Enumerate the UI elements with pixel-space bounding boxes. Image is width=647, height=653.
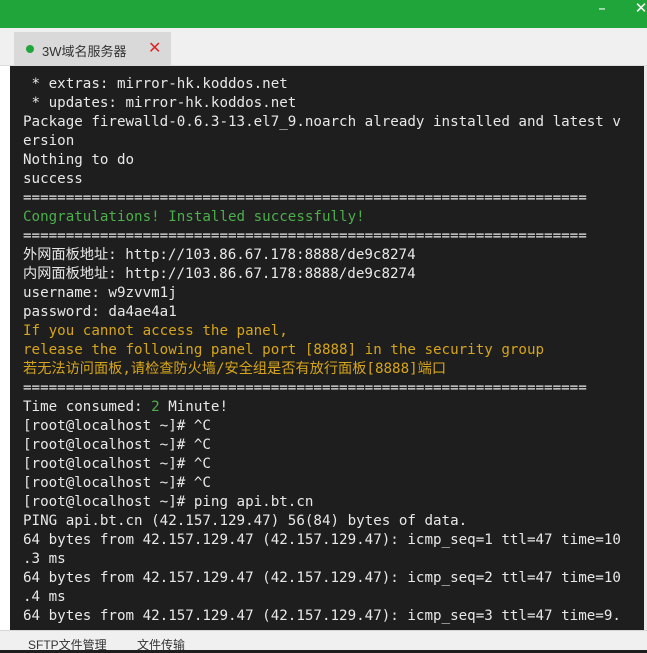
terminal-line-suffix: Minute!	[159, 399, 229, 415]
terminal-line: username: w9zvvm1j	[23, 284, 643, 303]
terminal-line: 内网面板地址: http://103.86.67.178:8888/de9c82…	[23, 265, 643, 284]
close-tab-icon[interactable]: ✕	[148, 38, 161, 57]
terminal-line-text: .3 ms	[23, 551, 66, 567]
terminal-line: .4 ms	[23, 588, 643, 607]
terminal-line-text: 64 bytes from 42.157.129.47 (42.157.129.…	[23, 570, 621, 586]
terminal-line-text: ersion	[23, 133, 75, 149]
terminal-line-text: .4 ms	[23, 589, 66, 605]
terminal-line-text: 若无法访问面板,请检查防火墙/安全组是否有放行面板[8888]端口	[23, 361, 447, 377]
terminal-line-text: 内网面板地址: http://103.86.67.178:8888/de9c82…	[23, 266, 416, 282]
terminal-line: Nothing to do	[23, 151, 643, 170]
terminal-line-text: 64 bytes from 42.157.129.47 (42.157.129.…	[23, 608, 621, 624]
terminal-line-text: 外网面板地址: http://103.86.67.178:8888/de9c82…	[23, 247, 416, 263]
terminal-line: If you cannot access the panel,	[23, 322, 643, 341]
connection-status-icon	[26, 45, 34, 53]
terminal-line: password: da4ae4a1	[23, 303, 643, 322]
terminal-line-value: 2	[151, 399, 160, 415]
terminal-line-text: ========================================…	[23, 228, 587, 244]
terminal-line: ersion	[23, 132, 643, 151]
terminal-line-text: [root@localhost ~]# ^C	[23, 475, 211, 491]
terminal-line-text: * updates: mirror-hk.koddos.net	[23, 95, 297, 111]
terminal-line: Time consumed: 2 Minute!	[23, 398, 643, 417]
terminal-line-text: username: w9zvvm1j	[23, 285, 177, 301]
terminal-line-text: [root@localhost ~]# ping api.bt.cn	[23, 494, 314, 510]
terminal-line-text: Congratulations! Installed successfully!	[23, 209, 365, 225]
close-window-icon[interactable]: ✕	[631, 0, 647, 18]
terminal-line-text: success	[23, 171, 83, 187]
terminal-line: success	[23, 170, 643, 189]
terminal-line-text: If you cannot access the panel,	[23, 323, 288, 339]
terminal-line: Congratulations! Installed successfully!	[23, 208, 643, 227]
terminal-line: [root@localhost ~]# ^C	[23, 455, 643, 474]
session-tab-bar: 3W域名服务器 ✕	[0, 28, 647, 66]
terminal-line: [root@localhost ~]# ^C	[23, 436, 643, 455]
terminal-line: PING api.bt.cn (42.157.129.47) 56(84) by…	[23, 512, 643, 531]
terminal-line-text: PING api.bt.cn (42.157.129.47) 56(84) by…	[23, 513, 468, 529]
terminal-line: 外网面板地址: http://103.86.67.178:8888/de9c82…	[23, 246, 643, 265]
terminal-line-text: 64 bytes from 42.157.129.47 (42.157.129.…	[23, 532, 621, 548]
terminal-line: ========================================…	[23, 227, 643, 246]
terminal-line: 64 bytes from 42.157.129.47 (42.157.129.…	[23, 607, 643, 626]
terminal-line: ========================================…	[23, 379, 643, 398]
terminal-lines: * extras: mirror-hk.koddos.net * updates…	[23, 75, 643, 626]
terminal-line-text: * extras: mirror-hk.koddos.net	[23, 76, 288, 92]
bottom-tool-tabs: SFTP文件管理 文件传输	[0, 630, 647, 653]
terminal-line: ========================================…	[23, 189, 643, 208]
terminal-line-text: [root@localhost ~]# ^C	[23, 418, 211, 434]
terminal-line: 若无法访问面板,请检查防火墙/安全组是否有放行面板[8888]端口	[23, 360, 643, 379]
session-tab-label: 3W域名服务器	[42, 44, 127, 59]
terminal-line: [root@localhost ~]# ^C	[23, 417, 643, 436]
terminal-line-text: ========================================…	[23, 190, 587, 206]
terminal-line-text: release the following panel port [8888] …	[23, 342, 545, 358]
terminal-line-text: [root@localhost ~]# ^C	[23, 437, 211, 453]
terminal-line-text: password: da4ae4a1	[23, 304, 177, 320]
terminal-line: 64 bytes from 42.157.129.47 (42.157.129.…	[23, 531, 643, 550]
terminal-line: .3 ms	[23, 550, 643, 569]
sftp-file-manager-tab[interactable]: SFTP文件管理	[28, 636, 107, 653]
terminal-output[interactable]: * extras: mirror-hk.koddos.net * updates…	[0, 66, 647, 630]
terminal-line: * updates: mirror-hk.koddos.net	[23, 94, 643, 113]
terminal-line: [root@localhost ~]# ping api.bt.cn	[23, 493, 643, 512]
terminal-line: release the following panel port [8888] …	[23, 341, 643, 360]
terminal-line: * extras: mirror-hk.koddos.net	[23, 75, 643, 94]
terminal-line-text: Package firewalld-0.6.3-13.el7_9.noarch …	[23, 114, 621, 130]
terminal-line-text: [root@localhost ~]# ^C	[23, 456, 211, 472]
minimize-icon[interactable]: –	[592, 0, 612, 18]
terminal-line-text: Time consumed:	[23, 399, 152, 415]
window-titlebar: – ✕	[0, 0, 647, 28]
terminal-line-text: ========================================…	[23, 380, 587, 396]
session-tab[interactable]: 3W域名服务器 ✕	[14, 32, 171, 66]
terminal-line: [root@localhost ~]# ^C	[23, 474, 643, 493]
terminal-line: 64 bytes from 42.157.129.47 (42.157.129.…	[23, 569, 643, 588]
terminal-line-text: Nothing to do	[23, 152, 135, 168]
terminal-line: Package firewalld-0.6.3-13.el7_9.noarch …	[23, 113, 643, 132]
file-transfer-tab[interactable]: 文件传输	[137, 636, 185, 653]
